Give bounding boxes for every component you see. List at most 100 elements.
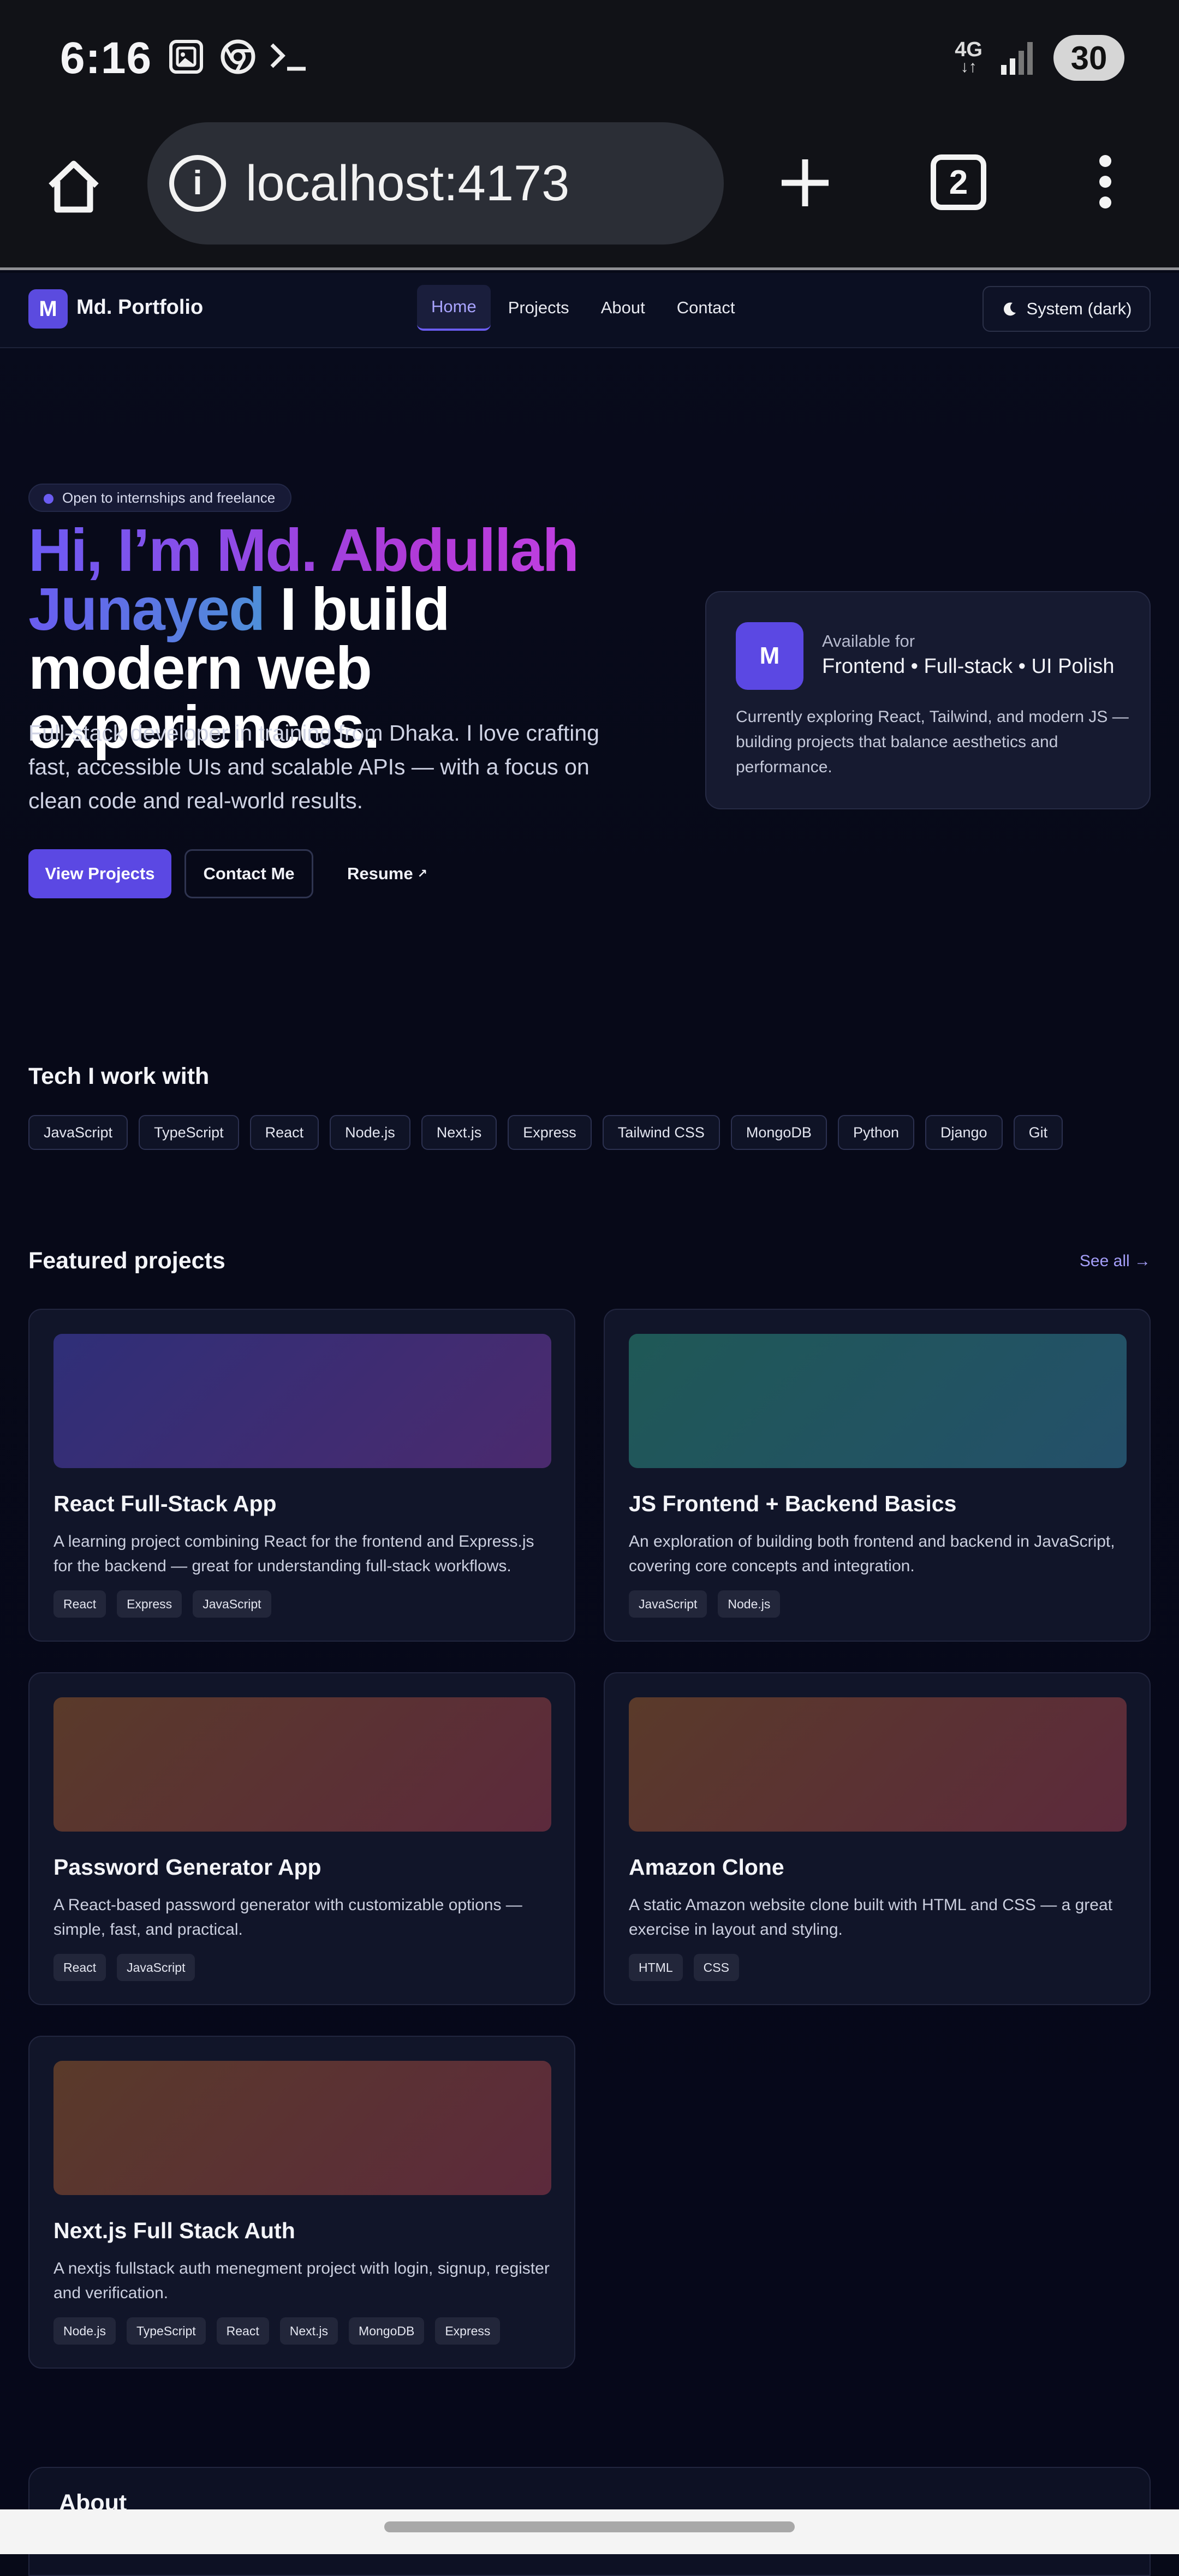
availability-badge: Open to internships and freelance — [28, 484, 292, 512]
project-tag: React — [53, 1590, 106, 1618]
project-tag: HTML — [629, 1954, 683, 1981]
status-right: 4G ↓↑ 30 — [955, 35, 1124, 81]
tech-chips: JavaScript TypeScript React Node.js Next… — [28, 1115, 1063, 1150]
availability-avatar: M — [736, 622, 803, 690]
project-card[interactable]: Password Generator App A React-based pas… — [28, 1672, 575, 2005]
project-title[interactable]: Amazon Clone — [629, 1855, 784, 1880]
moon-icon — [1003, 302, 1016, 316]
tab-switcher-button[interactable]: 2 — [931, 154, 986, 210]
hero-description: Full-stack developer in training from Dh… — [28, 720, 599, 813]
logo-text[interactable]: Md. Portfolio — [76, 296, 203, 319]
url-text[interactable]: localhost:4173 — [246, 155, 569, 212]
projects-section-title: Featured projects — [28, 1248, 225, 1274]
project-tag: Express — [435, 2317, 501, 2345]
project-title[interactable]: React Full-Stack App — [53, 1491, 277, 1517]
project-thumbnail — [53, 1697, 551, 1832]
web-page: M Md. Portfolio Home Projects About Cont… — [0, 273, 1179, 2576]
project-description: An exploration of building both frontend… — [629, 1533, 1115, 1575]
gesture-handle[interactable] — [384, 2521, 795, 2532]
hero-title-name: Hi, I’m Md. Abdullah — [28, 517, 579, 584]
nav-link-about[interactable]: About — [587, 285, 659, 331]
availability-value: Frontend • Full-stack • UI Polish — [822, 655, 1115, 678]
project-tag: React — [216, 2317, 269, 2345]
tech-chip: Node.js — [330, 1115, 410, 1150]
nav-link-contact[interactable]: Contact — [663, 285, 749, 331]
nav-link-home[interactable]: Home — [417, 285, 491, 331]
project-tag: CSS — [693, 1954, 739, 1981]
view-projects-button[interactable]: View Projects — [28, 849, 171, 898]
address-bar[interactable]: i localhost:4173 — [147, 122, 724, 245]
project-title[interactable]: JS Frontend + Backend Basics — [629, 1491, 956, 1517]
project-tag: Node.js — [53, 2317, 116, 2345]
project-thumbnail — [53, 2061, 551, 2195]
home-icon[interactable] — [41, 153, 106, 218]
contact-me-button[interactable]: Contact Me — [184, 849, 313, 898]
project-tag: JavaScript — [193, 1590, 271, 1618]
signal-icon — [1001, 42, 1033, 75]
tech-chip: Next.js — [421, 1115, 497, 1150]
project-tags: React Express JavaScript — [53, 1590, 271, 1618]
project-card[interactable]: React Full-Stack App A learning project … — [28, 1309, 575, 1642]
project-thumbnail — [53, 1334, 551, 1468]
project-tag: Node.js — [718, 1590, 781, 1618]
tech-section-title: Tech I work with — [28, 1063, 210, 1089]
availability-card: M Available for Frontend • Full-stack • … — [705, 591, 1151, 809]
tech-chip: Git — [1013, 1115, 1063, 1150]
project-tag: TypeScript — [126, 2317, 206, 2345]
tech-chip: React — [249, 1115, 319, 1150]
network-type: 4G — [955, 38, 982, 61]
project-description: A static Amazon website clone built with… — [629, 1896, 1112, 1939]
theme-label: System (dark) — [1026, 299, 1132, 318]
screenshot-icon — [169, 40, 203, 74]
nav-link-projects[interactable]: Projects — [494, 285, 583, 331]
project-tag: Next.js — [279, 2317, 338, 2345]
project-title[interactable]: Password Generator App — [53, 1855, 321, 1880]
tech-chip: Express — [508, 1115, 592, 1150]
theme-toggle-button[interactable]: System (dark) — [982, 286, 1151, 332]
hero-title-surname: Junayed — [28, 576, 265, 643]
project-card[interactable]: Next.js Full Stack Auth A nextjs fullsta… — [28, 2036, 575, 2369]
project-title[interactable]: Next.js Full Stack Auth — [53, 2218, 295, 2244]
availability-badge-text: Open to internships and freelance — [62, 489, 276, 506]
availability-label: Available for — [822, 631, 915, 651]
project-description: A learning project combining React for t… — [53, 1533, 534, 1575]
tech-chip: TypeScript — [139, 1115, 239, 1150]
nav-links: Home Projects About Contact — [417, 285, 749, 331]
navigation-gesture-area — [0, 2509, 1179, 2554]
project-tags: Node.js TypeScript React Next.js MongoDB… — [53, 2317, 501, 2345]
project-tag: MongoDB — [349, 2317, 425, 2345]
project-thumbnail — [629, 1697, 1127, 1832]
external-link-icon: ↗ — [417, 867, 428, 880]
terminal-icon — [270, 43, 306, 71]
tech-chip: JavaScript — [28, 1115, 128, 1150]
project-tags: React JavaScript — [53, 1954, 195, 1981]
availability-description: Currently exploring React, Tailwind, and… — [736, 708, 1129, 776]
status-bar: 6:16 4G ↓↑ 30 — [0, 0, 1179, 120]
project-card[interactable]: JS Frontend + Backend Basics An explorat… — [604, 1309, 1151, 1642]
more-menu-icon[interactable] — [1092, 155, 1119, 210]
project-card[interactable]: Amazon Clone A static Amazon website clo… — [604, 1672, 1151, 2005]
chrome-icon — [221, 39, 255, 74]
project-description: A nextjs fullstack auth menegment projec… — [53, 2259, 550, 2302]
resume-link[interactable]: Resume ↗ — [333, 849, 442, 898]
battery-indicator: 30 — [1053, 35, 1124, 81]
project-thumbnail — [629, 1334, 1127, 1468]
project-tags: JavaScript Node.js — [629, 1590, 781, 1618]
info-icon[interactable]: i — [169, 155, 226, 212]
status-time: 6:16 — [60, 33, 152, 83]
tech-chip: Python — [837, 1115, 914, 1150]
new-tab-icon[interactable] — [775, 153, 835, 213]
see-all-link[interactable]: See all → — [1080, 1252, 1151, 1271]
site-navbar: M Md. Portfolio Home Projects About Cont… — [0, 273, 1179, 348]
tech-chip: Django — [925, 1115, 1003, 1150]
tech-chip: Tailwind CSS — [602, 1115, 720, 1150]
network-indicator: 4G ↓↑ — [955, 38, 982, 76]
status-dot — [44, 494, 53, 504]
project-tag: React — [53, 1954, 106, 1981]
logo-badge[interactable]: M — [28, 289, 68, 329]
project-tags: HTML CSS — [629, 1954, 739, 1981]
resume-link-label: Resume — [347, 864, 413, 883]
browser-toolbar: i localhost:4173 2 — [0, 120, 1179, 270]
tech-chip: MongoDB — [730, 1115, 827, 1150]
project-description: A React-based password generator with cu… — [53, 1896, 522, 1939]
